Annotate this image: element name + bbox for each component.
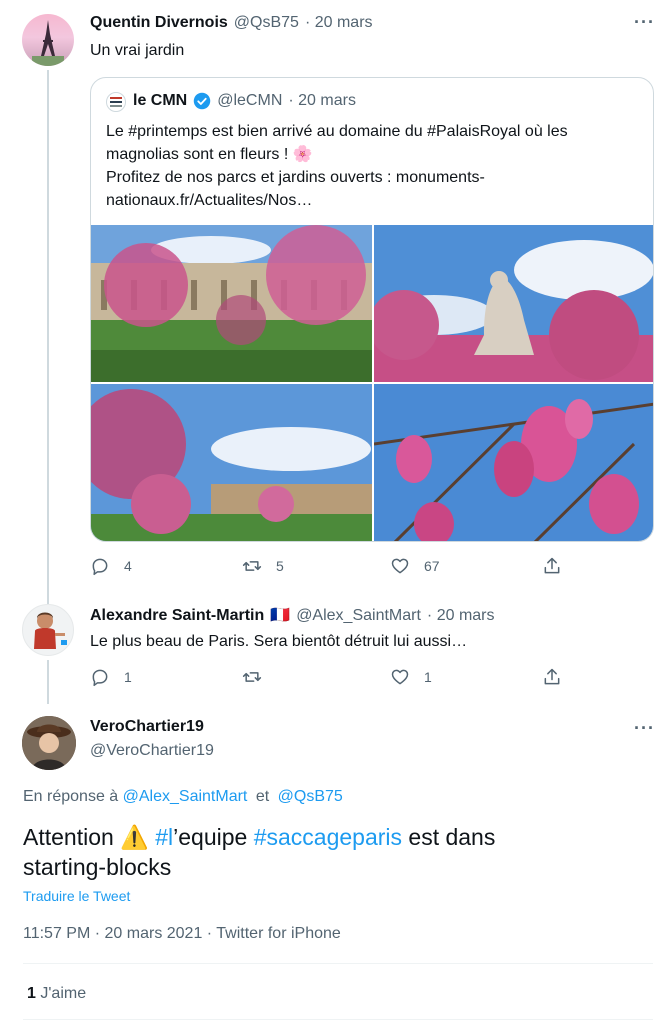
main-text-post: est dans bbox=[402, 824, 496, 850]
avatar-verochartier[interactable] bbox=[22, 716, 76, 770]
france-flag-icon: 🇫🇷 bbox=[270, 607, 291, 624]
likes-label: J'aime bbox=[40, 985, 87, 1002]
verified-badge-icon bbox=[193, 92, 211, 110]
tweet2-author-handle[interactable]: @Alex_SaintMart bbox=[296, 607, 421, 625]
quoted-line1-pre: Le bbox=[106, 123, 129, 140]
heart-icon bbox=[391, 558, 409, 574]
tweet1-text: Un vrai jardin bbox=[90, 42, 185, 59]
hashtag-saccageparis[interactable]: #saccageparis bbox=[254, 824, 402, 850]
main-text-line-1: Attention ⚠️ #l’equipe #saccageparis est… bbox=[23, 822, 643, 852]
quoted-line-3: Profitez de nos parcs et jardins ouverts… bbox=[106, 169, 485, 186]
tweet2-like-button[interactable]: 1 bbox=[390, 667, 432, 687]
quoted-date[interactable]: · 20 mars bbox=[288, 92, 356, 110]
photo-palais-royal-garden[interactable] bbox=[91, 225, 372, 382]
reply-and: et bbox=[255, 788, 270, 805]
share-icon bbox=[544, 557, 560, 574]
main-more-button[interactable]: ··· bbox=[634, 718, 655, 739]
reply-user-qsb75[interactable]: @QsB75 bbox=[278, 788, 343, 805]
main-tweet-text: Attention ⚠️ #l’equipe #saccageparis est… bbox=[23, 822, 643, 882]
tweet1-like-count: 67 bbox=[424, 558, 440, 574]
reply-prefix: En réponse à bbox=[23, 788, 119, 805]
tweet2-share-button[interactable] bbox=[542, 667, 576, 687]
heart-icon bbox=[391, 669, 409, 685]
tweet1-retweet-button[interactable]: 5 bbox=[242, 556, 284, 576]
tweet1-reply-button[interactable]: 4 bbox=[90, 556, 132, 576]
tweet2-like-count: 1 bbox=[424, 669, 432, 685]
divider-bottom bbox=[23, 1019, 653, 1020]
tweet1-share-button[interactable] bbox=[542, 556, 576, 576]
warning-emoji-icon: ⚠️ bbox=[120, 824, 149, 850]
avatar-quentin[interactable] bbox=[22, 14, 74, 66]
tweet2-reply-button[interactable]: 1 bbox=[90, 667, 132, 687]
tweet2-header: Alexandre Saint-Martin 🇫🇷 @Alex_SaintMar… bbox=[90, 605, 495, 625]
hashtag-palaisroyal[interactable]: #PalaisRoyal bbox=[427, 123, 520, 140]
photo-statue-magnolias[interactable] bbox=[374, 225, 653, 382]
quoted-header: le CMN @leCMN · 20 mars bbox=[133, 92, 356, 110]
cmn-logo-icon bbox=[110, 97, 122, 107]
thread-line-1 bbox=[47, 70, 49, 605]
reply-icon bbox=[92, 669, 108, 687]
eiffel-tower-icon bbox=[32, 20, 64, 66]
tweet2-text: Le plus beau de Paris. Sera bientôt détr… bbox=[90, 633, 468, 650]
quoted-author-name[interactable]: le CMN bbox=[133, 92, 187, 110]
photo-garden-alley[interactable] bbox=[91, 384, 372, 541]
tweet1-date[interactable]: · 20 mars bbox=[305, 14, 373, 32]
thread-line-2 bbox=[47, 660, 49, 704]
quoted-tweet-card[interactable]: le CMN @leCMN · 20 mars Le #printemps es… bbox=[90, 77, 654, 542]
hashtag-printemps[interactable]: #printemps bbox=[128, 123, 207, 140]
quoted-link[interactable]: nationaux.fr/Actualites/Nos… bbox=[106, 189, 646, 212]
person-with-hat-avatar-icon bbox=[22, 716, 76, 770]
quoted-text: Le #printemps est bien arrivé au domaine… bbox=[106, 120, 646, 212]
tweet1-like-button[interactable]: 67 bbox=[390, 556, 440, 576]
tweet1-author-handle[interactable]: @QsB75 bbox=[234, 14, 299, 32]
reply-user-alex[interactable]: @Alex_SaintMart bbox=[123, 788, 248, 805]
quoted-line-1: Le #printemps est bien arrivé au domaine… bbox=[106, 120, 646, 143]
tweet2-date[interactable]: · 20 mars bbox=[427, 607, 495, 625]
likes-summary[interactable]: 1 J'aime bbox=[27, 985, 86, 1003]
tweet2-retweet-button[interactable] bbox=[242, 667, 276, 687]
quoted-avatar[interactable] bbox=[106, 92, 126, 112]
quoted-line1-mid: est bien arrivé au domaine du bbox=[207, 123, 428, 140]
tweet1-author-name[interactable]: Quentin Divernois bbox=[90, 14, 228, 32]
main-text-line-2: starting-blocks bbox=[23, 854, 172, 880]
main-text-pre: Attention bbox=[23, 824, 121, 850]
cartoon-avatar-icon bbox=[34, 612, 67, 649]
quoted-author-handle[interactable]: @leCMN bbox=[217, 92, 282, 110]
avatar-alexandre[interactable] bbox=[22, 604, 74, 656]
photo-magnolia-closeup[interactable] bbox=[374, 384, 653, 541]
main-text-mid: ’equipe bbox=[173, 824, 254, 850]
tweet1-more-button[interactable]: ··· bbox=[634, 12, 655, 33]
tweet1-header: Quentin Divernois @QsB75 · 20 mars bbox=[90, 14, 373, 32]
main-author-handle[interactable]: @VeroChartier19 bbox=[90, 742, 214, 760]
retweet-icon bbox=[242, 561, 262, 571]
quoted-line-2: magnolias sont en fleurs ! 🌸 bbox=[106, 146, 313, 163]
quoted-line1-post: où les bbox=[520, 123, 568, 140]
tweet2-author-name[interactable]: Alexandre Saint-Martin bbox=[90, 607, 264, 625]
reply-context: En réponse à @Alex_SaintMart et @QsB75 bbox=[23, 788, 343, 806]
retweet-icon bbox=[242, 672, 262, 682]
divider-top bbox=[23, 963, 653, 964]
tweet1-reply-count: 4 bbox=[124, 558, 132, 574]
hashtag-l[interactable]: #l bbox=[155, 824, 173, 850]
likes-count: 1 bbox=[27, 985, 36, 1002]
tweet2-reply-count: 1 bbox=[124, 669, 132, 685]
tweet1-retweet-count: 5 bbox=[276, 558, 284, 574]
share-icon bbox=[544, 668, 560, 685]
tweet-timestamp[interactable]: 11:57 PM · 20 mars 2021 · Twitter for iP… bbox=[23, 925, 341, 943]
reply-icon bbox=[92, 558, 108, 576]
translate-tweet-link[interactable]: Traduire le Tweet bbox=[23, 888, 130, 904]
main-author-name[interactable]: VeroChartier19 bbox=[90, 718, 204, 736]
